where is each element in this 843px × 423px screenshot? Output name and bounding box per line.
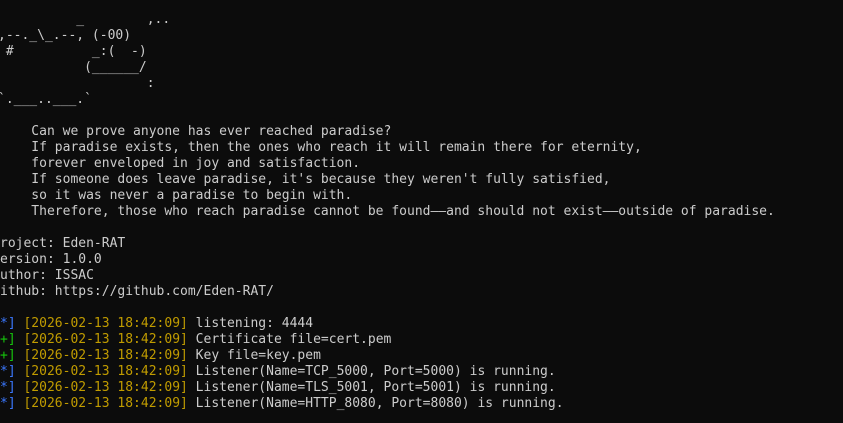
success-marker: +] <box>0 332 16 347</box>
log-message: Listener(Name=TCP_5000, Port=5000) is ru… <box>187 364 556 379</box>
info-marker: *] <box>0 380 16 395</box>
log-timestamp: [2026-02-13 18:42:09] <box>23 380 188 395</box>
info-marker: *] <box>0 316 16 331</box>
log-line: *] [2026-02-13 18:42:09] Listener(Name=T… <box>0 364 556 380</box>
log-line: *] [2026-02-13 18:42:09] listening: 4444 <box>0 316 313 332</box>
log-timestamp: [2026-02-13 18:42:09] <box>23 332 188 347</box>
log-line: *] [2026-02-13 18:42:09] Listener(Name=H… <box>0 396 564 412</box>
poem-line: so it was never a paradise to begin with… <box>0 188 353 203</box>
log-message: Listener(Name=TLS_5001, Port=5001) is ru… <box>187 380 556 395</box>
ascii-art-line: ,--._\_.--, (-00) <box>0 28 132 43</box>
log-line: +] [2026-02-13 18:42:09] Key file=key.pe… <box>0 348 321 364</box>
log-timestamp: [2026-02-13 18:42:09] <box>23 316 188 331</box>
log-message: Certificate file=cert.pem <box>187 332 392 347</box>
log-line: +] [2026-02-13 18:42:09] Certificate fil… <box>0 332 391 348</box>
version-info: ersion: 1.0.0 <box>0 252 102 267</box>
log-timestamp: [2026-02-13 18:42:09] <box>23 348 188 363</box>
project-info: roject: Eden-RAT <box>0 236 126 251</box>
success-marker: +] <box>0 348 16 363</box>
poem-line: If paradise exists, then the ones who re… <box>0 140 642 155</box>
poem-line: Can we prove anyone has ever reached par… <box>0 124 392 139</box>
poem-line: Therefore, those who reach paradise cann… <box>0 204 775 219</box>
log-timestamp: [2026-02-13 18:42:09] <box>23 396 188 411</box>
ascii-art-line: `.___..___.` <box>0 92 92 107</box>
author-info: uthor: ISSAC <box>0 268 94 283</box>
log-message: Listener(Name=HTTP_8080, Port=8080) is r… <box>187 396 564 411</box>
log-line: *] [2026-02-13 18:42:09] Listener(Name=T… <box>0 380 556 396</box>
info-marker: *] <box>0 364 16 379</box>
log-message: Key file=key.pem <box>187 348 321 363</box>
poem-line: If someone does leave paradise, it's bec… <box>0 172 611 187</box>
ascii-art-line: : <box>0 76 155 91</box>
ascii-art-line: _ ,.. <box>0 12 171 27</box>
terminal-window[interactable]: _ ,.. ,--._\_.--, (-00) # _:( -) (______… <box>0 0 843 423</box>
ascii-art-line: # _:( -) <box>0 44 147 59</box>
poem-line: forever enveloped in joy and satisfactio… <box>0 156 361 171</box>
github-info: ithub: https://github.com/Eden-RAT/ <box>0 284 274 299</box>
log-timestamp: [2026-02-13 18:42:09] <box>23 364 188 379</box>
info-marker: *] <box>0 396 16 411</box>
ascii-art-line: (______/ <box>0 60 147 75</box>
log-message: listening: 4444 <box>187 316 314 331</box>
